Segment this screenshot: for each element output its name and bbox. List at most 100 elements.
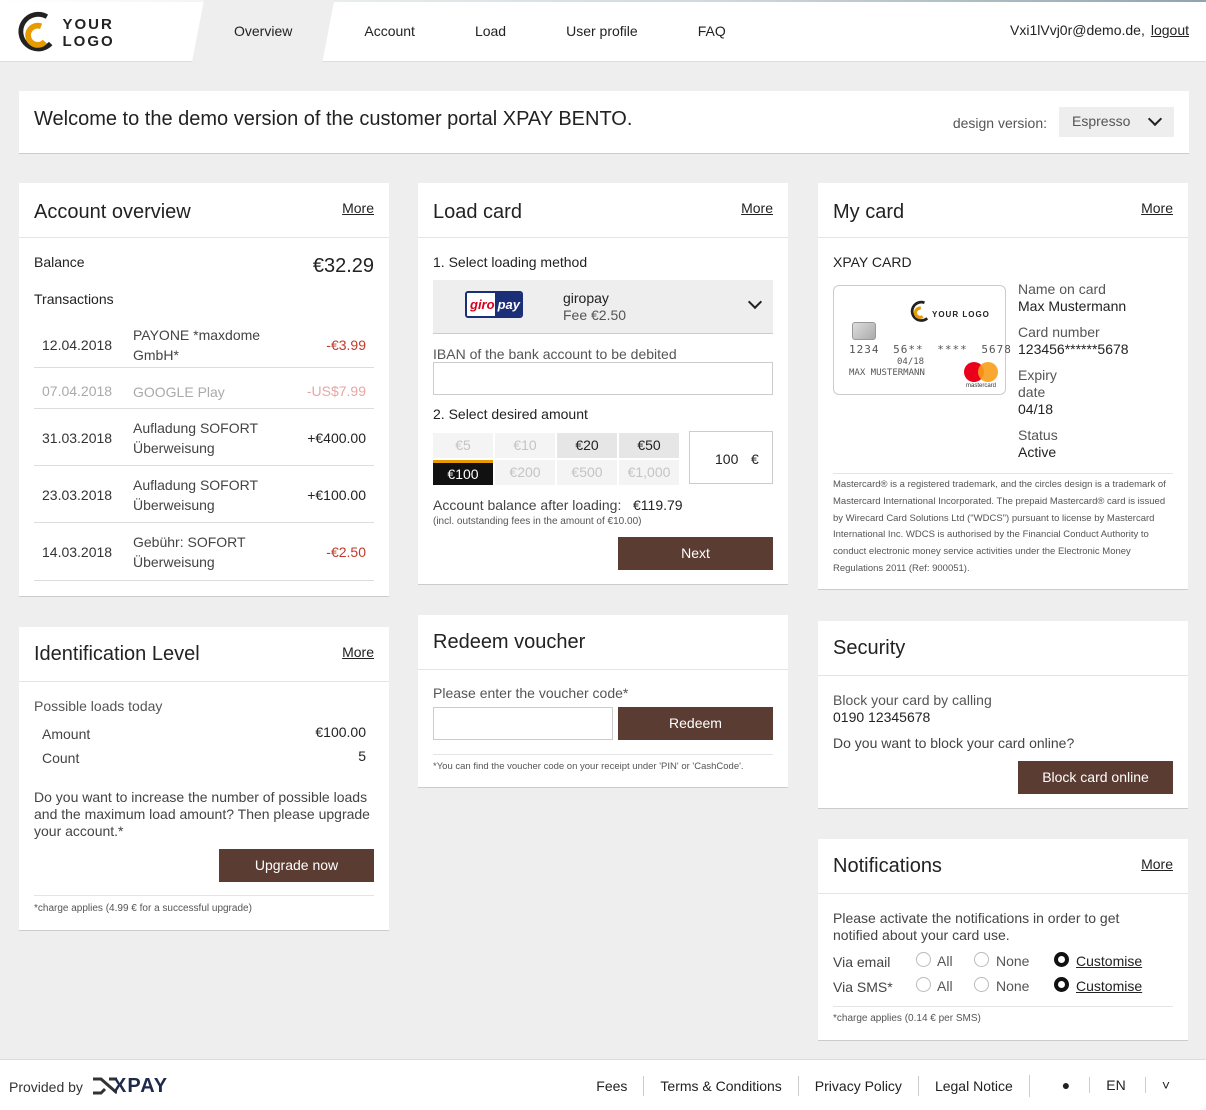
block-card-online-button[interactable]: Block card online [1018, 761, 1173, 794]
card-header: My card More [818, 183, 1188, 238]
card-holder-display: MAX MUSTERMANN [849, 368, 925, 378]
design-version-value: Espresso [1072, 113, 1131, 129]
email-customise-link[interactable]: Customise [1076, 953, 1142, 969]
nav-load[interactable]: Load [445, 0, 536, 62]
card-header: Account overview More [19, 183, 389, 238]
balance-after-label: Account balance after loading: [433, 497, 622, 513]
card-expiry-display: 04/18 [897, 357, 925, 367]
mastercard-logo-icon [964, 362, 1000, 384]
xpay-logo[interactable]: XPAY [93, 1075, 168, 1097]
welcome-panel: Welcome to the demo version of the custo… [19, 91, 1189, 154]
divider [34, 895, 374, 896]
design-version-select[interactable]: Espresso [1059, 107, 1174, 137]
email-customise-radio[interactable] [1054, 952, 1069, 967]
card-header: Identification Level More [19, 627, 389, 682]
language-select[interactable]: ● EN ˅ [1028, 1074, 1206, 1097]
nav-user-profile[interactable]: User profile [536, 0, 668, 62]
design-version-label: design version: [952, 115, 1047, 131]
table-row[interactable]: 12.04.2018 PAYONE *maxdome GmbH* -€3.99 [34, 311, 374, 368]
nav-overview[interactable]: Overview [192, 0, 334, 62]
next-button[interactable]: Next [618, 537, 773, 570]
balance-value: €32.29 [312, 255, 374, 277]
tx-desc: Aufladung SOFORT Überweisung [133, 477, 258, 513]
name-value: Max Mustermann [1018, 298, 1127, 314]
redeem-voucher-card: Redeem voucher Please enter the voucher … [418, 615, 788, 788]
top-bar: YOUR LOGO Overview Account Load User pro… [0, 0, 1206, 62]
table-row[interactable]: 23.03.2018 Aufladung SOFORT Überweisung … [34, 466, 374, 523]
tx-desc: Gebühr: SOFORT Überweisung [133, 534, 246, 570]
redeem-button[interactable]: Redeem [618, 707, 773, 740]
block-phone: 0190 12345678 [833, 709, 931, 725]
mastercard-legal-text: Mastercard® is a registered trademark, a… [833, 479, 1166, 574]
table-row[interactable]: 31.03.2018 Aufladung SOFORT Überweisung … [34, 409, 374, 466]
sms-customise-radio[interactable] [1054, 977, 1069, 992]
sms-none-radio[interactable] [974, 977, 989, 992]
amount-100[interactable]: €100 [433, 460, 493, 485]
mastercard-wordmark: mastercard [966, 383, 997, 389]
logout-link[interactable]: logout [1151, 22, 1189, 38]
amount-20[interactable]: €20 [557, 433, 617, 458]
chevron-down-icon [1147, 111, 1163, 127]
notifications-card: Notifications More Please activate the n… [818, 839, 1188, 1041]
amount-50[interactable]: €50 [619, 433, 679, 458]
security-card: Security Block your card by calling 0190… [818, 621, 1188, 809]
table-row[interactable]: 07.04.2018 GOOGLE Play -US$7.99 [34, 368, 374, 409]
nav-faq[interactable]: FAQ [668, 0, 756, 62]
security-title: Security [833, 637, 906, 659]
tx-amount: -US$7.99 [306, 383, 366, 399]
load-more-link[interactable]: More [741, 200, 773, 216]
footer-link-privacy[interactable]: Privacy Policy [797, 1075, 918, 1096]
email-none-radio[interactable] [974, 952, 989, 967]
transactions-label: Transactions [34, 291, 114, 307]
card-header: Load card More [418, 183, 788, 238]
voucher-label: Please enter the voucher code* [433, 685, 629, 701]
count-label: Count [42, 750, 80, 766]
mycard-more-link[interactable]: More [1141, 200, 1173, 216]
language-code: EN [1089, 1076, 1142, 1093]
voucher-code-input[interactable] [433, 707, 613, 740]
name-label: Name on card [1018, 281, 1106, 297]
fees-note: (incl. outstanding fees in the amount of… [433, 516, 642, 527]
tx-date: 12.04.2018 [42, 337, 113, 353]
notifications-more-link[interactable]: More [1141, 856, 1173, 872]
ident-more-link[interactable]: More [342, 644, 374, 660]
load-card-card: Load card More 1. Select loading method … [418, 183, 788, 585]
amount-500[interactable]: €500 [557, 460, 617, 485]
upgrade-text: Do you want to increase the number of po… [34, 789, 370, 839]
chevron-down-icon: ˅ [1144, 1076, 1186, 1093]
amount-200[interactable]: €200 [495, 460, 555, 485]
main-nav: Overview Account Load User profile FAQ [192, 0, 756, 62]
upgrade-now-button[interactable]: Upgrade now [219, 849, 374, 882]
loading-method-select[interactable]: giro pay giropay Fee €2.50 [433, 280, 773, 334]
sms-charge-note: *charge applies (0.14 € per SMS) [833, 1013, 981, 1024]
table-row[interactable]: 14.03.2018 Gebühr: SOFORT Überweisung -€… [34, 523, 374, 581]
account-more-link[interactable]: More [342, 200, 374, 216]
amount-10[interactable]: €10 [495, 433, 555, 458]
number-value: 123456******5678 [1018, 341, 1129, 357]
balance-after-value: €119.79 [633, 497, 683, 513]
sms-customise-link[interactable]: Customise [1076, 978, 1142, 994]
sms-all-radio[interactable] [916, 977, 931, 992]
email-all-radio[interactable] [916, 952, 931, 967]
footer-link-fees[interactable]: Fees [580, 1076, 643, 1096]
nav-account[interactable]: Account [334, 0, 445, 62]
chevron-down-icon [747, 294, 763, 310]
footer-link-legal[interactable]: Legal Notice [917, 1075, 1029, 1096]
giropay-logo: giro pay [465, 291, 523, 318]
status-value: Active [1018, 444, 1057, 460]
custom-amount-input[interactable]: 100 € [689, 431, 773, 484]
via-email-label: Via email [833, 954, 891, 970]
tx-date: 14.03.2018 [42, 544, 113, 560]
step2-label: 2. Select desired amount [433, 406, 588, 422]
iban-input[interactable] [433, 362, 773, 395]
custom-amount-value: 100 [715, 451, 739, 467]
brand-logo[interactable]: YOUR LOGO [18, 8, 168, 58]
tx-desc: PAYONE *maxdome GmbH* [133, 327, 261, 363]
chip-icon [852, 322, 876, 340]
giropay-logo-giro: giro [467, 293, 495, 316]
tx-amount: +€400.00 [307, 430, 366, 446]
footer-link-terms[interactable]: Terms & Conditions [643, 1075, 797, 1096]
user-box: Vxi1lVvj0r@demo.de, logout [1010, 22, 1189, 38]
amount-1000[interactable]: €1,000 [619, 460, 679, 485]
amount-5[interactable]: €5 [433, 433, 493, 458]
